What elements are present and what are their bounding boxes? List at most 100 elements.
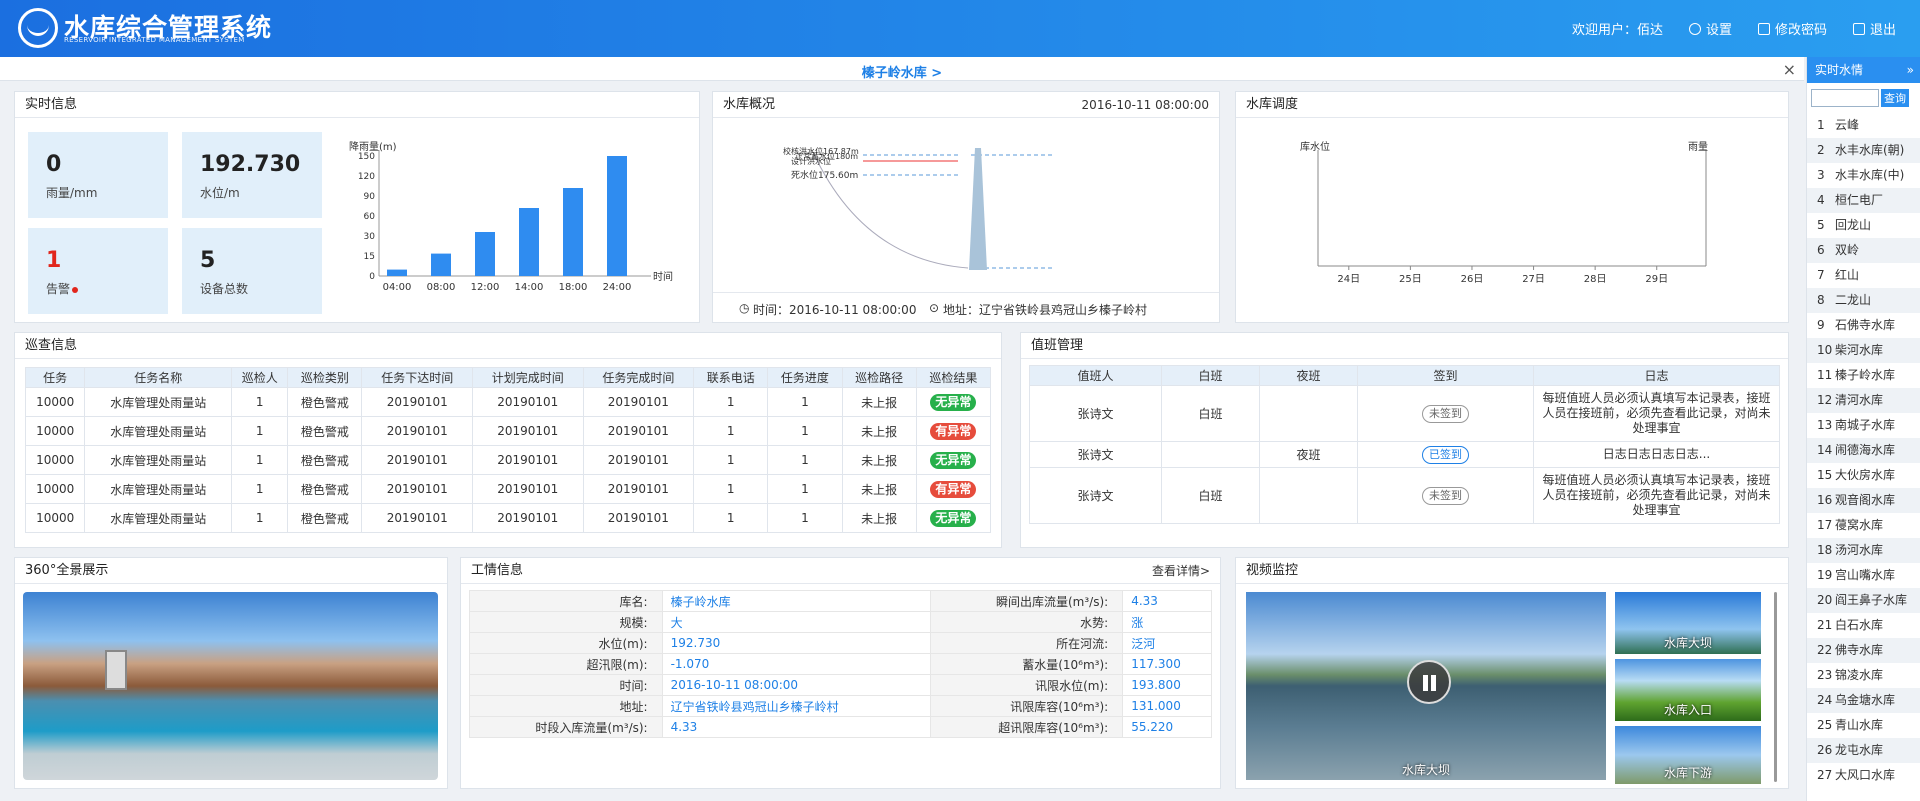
table-row: 张诗文 夜班 已签到 日志日志日志日志... [1029,441,1780,468]
table-cell: 橙色警戒 [287,445,363,475]
list-item[interactable]: 26 龙屯水库 [1807,738,1920,763]
field-value: 117.300 [1122,653,1212,675]
item-label: 水丰水库(朝) [1835,143,1905,157]
item-index: 27 [1817,768,1833,782]
table-cell: 水库管理处雨量站 [84,387,233,417]
list-item[interactable]: 14 闹德海水库 [1807,438,1920,463]
item-index: 10 [1817,343,1833,357]
list-item[interactable]: 22 佛寺水库 [1807,638,1920,663]
list-item[interactable]: 13 南城子水库 [1807,413,1920,438]
item-index: 18 [1817,543,1833,557]
field-value: 大 [661,611,931,633]
item-index: 14 [1817,443,1833,457]
list-item[interactable]: 8 二龙山 [1807,288,1920,313]
duty-cell-night [1259,385,1358,442]
table-cell: 1 [693,503,769,533]
item-label: 闹德海水库 [1835,443,1896,457]
list-item[interactable]: 25 青山水库 [1807,713,1920,738]
x-tick-label: 24:00 [603,282,632,293]
tower-shape [105,650,127,690]
table-cell: 水库管理处雨量站 [84,416,233,446]
item-label: 云峰 [1835,118,1860,132]
field-label: 所在河流: [929,632,1124,654]
list-item[interactable]: 12 清河水库 [1807,388,1920,413]
table-row: 库名: 榛子岭水库 瞬间出库流量(m³/s): 4.33 [469,590,1212,612]
list-item[interactable]: 23 锦凌水库 [1807,663,1920,688]
sign-badge[interactable]: 未签到 [1422,404,1469,423]
collapse-icon[interactable]: » [1907,57,1914,83]
video-thumb-dam[interactable]: 水库大坝 [1615,592,1761,654]
table-cell: 10000 [24,445,86,475]
list-item[interactable]: 17 葠窝水库 [1807,513,1920,538]
table-cell: 1 [767,445,843,475]
list-item[interactable]: 9 石佛寺水库 [1807,313,1920,338]
field-label: 水势: [929,611,1124,633]
list-item[interactable]: 24 乌金塘水库 [1807,688,1920,713]
list-item[interactable]: 4 桓仁电厂 [1807,188,1920,213]
table-cell: 20190101 [472,503,584,533]
location-icon: ⊙ [929,301,940,315]
work-title-text: 工情信息 [471,563,524,578]
item-index: 9 [1817,318,1825,332]
item-index: 21 [1817,618,1833,632]
list-item[interactable]: 7 红山 [1807,263,1920,288]
breadcrumb[interactable]: 榛子岭水库 > [0,62,1804,81]
table-row: 10000 水库管理处雨量站 1 橙色警戒 20190101 20190101 201901… [24,445,992,475]
sign-badge[interactable]: 已签到 [1422,445,1469,464]
pause-icon[interactable] [1407,660,1451,704]
item-index: 11 [1817,368,1833,382]
change-password-button[interactable]: 修改密码 [1757,19,1827,38]
dispatch-panel: 水库调度 库水位 雨量 24日 25日 26日 27日 28日 29日 [1235,91,1789,323]
duty-cell-log: 日志日志日志日志... [1533,441,1780,468]
table-cell: 橙色警戒 [287,503,363,533]
close-icon[interactable]: × [1783,60,1796,79]
video-thumb-entrance[interactable]: 水库入口 [1615,659,1761,721]
list-item[interactable]: 15 大伙房水库 [1807,463,1920,488]
list-item[interactable]: 1 云峰 [1807,113,1920,138]
video-thumb-downstream[interactable]: 水库下游 [1615,726,1761,784]
column-header: 任务下达时间 [361,367,473,388]
list-item[interactable]: 27 大风口水库 [1807,763,1920,788]
kpi-alarm[interactable]: 1 告警 [28,228,168,314]
view-details-link[interactable]: 查看详情> [1152,558,1210,584]
list-item[interactable]: 16 观音阁水库 [1807,488,1920,513]
list-item[interactable]: 11 榛子岭水库 [1807,363,1920,388]
list-item[interactable]: 6 双岭 [1807,238,1920,263]
realtime-title: 实时信息 [15,92,699,118]
item-index: 25 [1817,718,1833,732]
list-item[interactable]: 2 水丰水库(朝) [1807,138,1920,163]
search-input[interactable] [1811,89,1879,107]
table-cell: 20190101 [582,503,695,533]
header-actions: 欢迎用户：佰达 设置 修改密码 退出 [1572,19,1896,38]
table-cell: 20190101 [472,445,584,475]
duty-cell-sign: 未签到 [1357,467,1534,524]
search-button[interactable]: 查询 [1881,89,1909,107]
list-item[interactable]: 10 柴河水库 [1807,338,1920,363]
duty-cell-sign: 未签到 [1357,385,1534,442]
list-item[interactable]: 21 白石水库 [1807,613,1920,638]
label-dead-level: 死水位175.60m [791,169,858,181]
main-video[interactable]: 水库大坝 [1246,592,1606,780]
list-item[interactable]: 20 阎王鼻子水库 [1807,588,1920,613]
list-item[interactable]: 3 水丰水库(中) [1807,163,1920,188]
column-header: 任务名称 [84,367,233,388]
list-item[interactable]: 18 汤河水库 [1807,538,1920,563]
system-subtitle: RESERVOIR INTEGRATED MANAGEMENT SYSTEM [64,36,245,44]
table-cell: 20190101 [361,445,473,475]
item-index: 26 [1817,743,1833,757]
video-panel: 视频监控 水库大坝 水库大坝 水库入口 水库下游 [1235,557,1789,789]
duty-header-row: 值班人 白班 夜班 签到 日志 [1029,365,1780,386]
kpi-value: 192.730 [200,152,301,177]
video-scrollbar[interactable] [1774,592,1777,782]
sign-badge[interactable]: 未签到 [1422,486,1469,505]
item-index: 23 [1817,668,1833,682]
list-item[interactable]: 19 宫山嘴水库 [1807,563,1920,588]
column-header: 任务完成时间 [582,367,695,388]
table-cell: 1 [231,474,289,504]
y-tick-label: 90 [364,192,376,202]
panorama-image[interactable] [23,592,438,780]
logout-button[interactable]: 退出 [1852,19,1896,38]
list-item[interactable]: 5 回龙山 [1807,213,1920,238]
settings-button[interactable]: 设置 [1688,19,1732,38]
item-index: 16 [1817,493,1833,507]
